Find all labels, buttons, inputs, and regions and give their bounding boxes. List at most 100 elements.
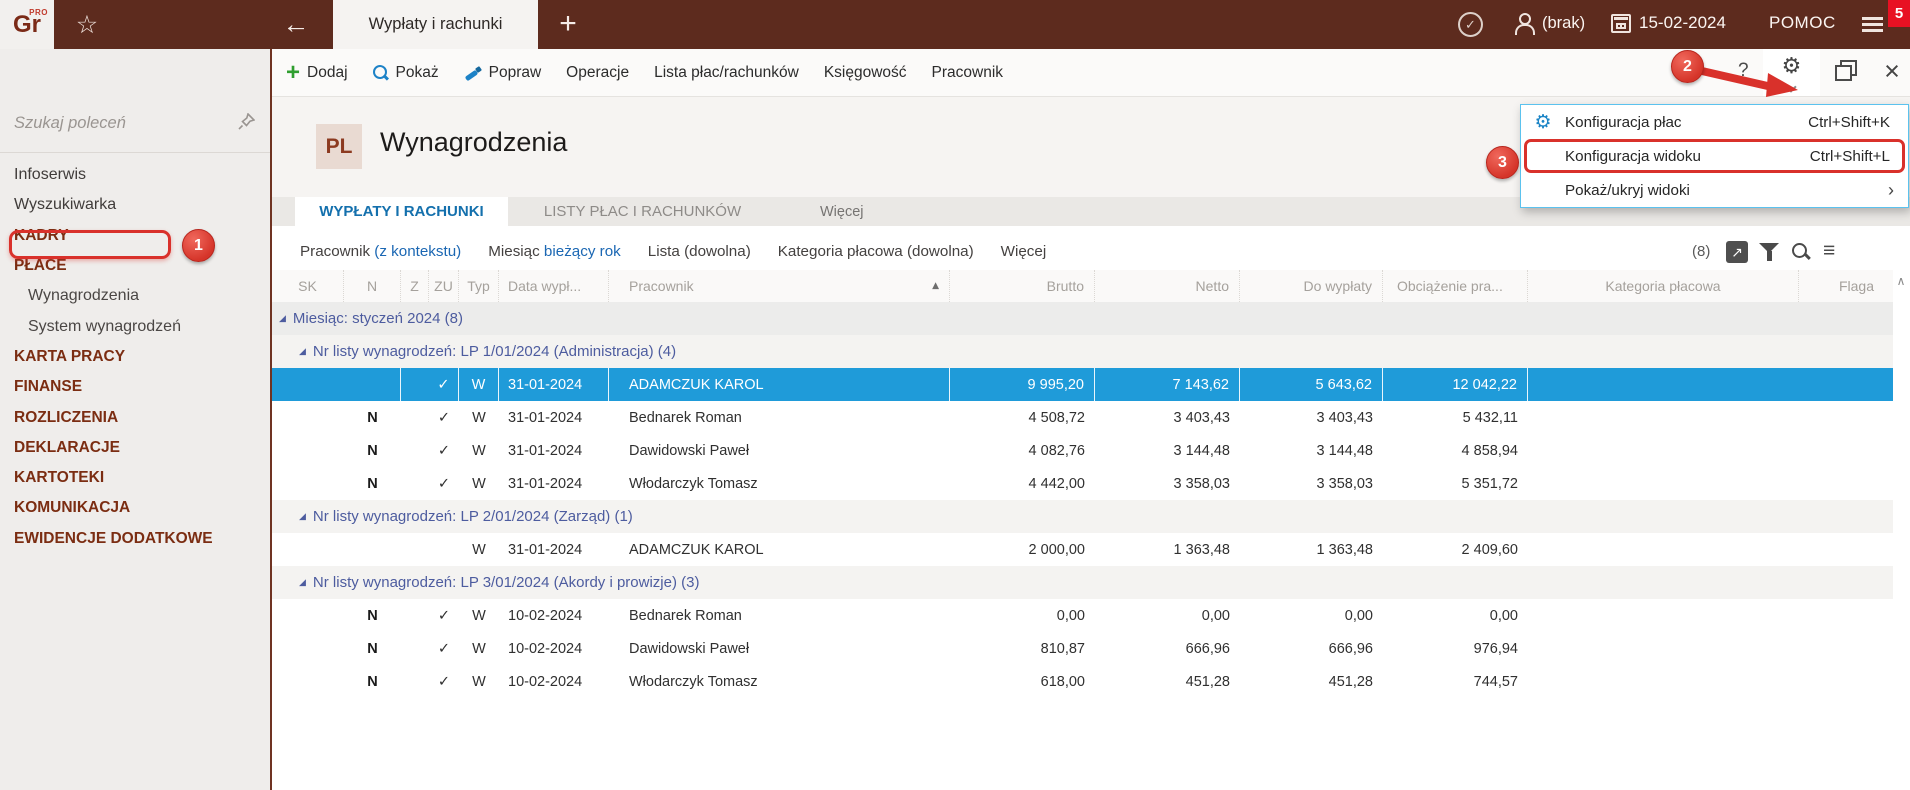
filter-pracownik[interactable]: Pracownik (z kontekstu) — [300, 243, 461, 260]
toolbar-button-pokaż[interactable]: Pokaż — [373, 64, 439, 82]
cell-zu: ✓ — [429, 434, 459, 467]
filter-bar: Pracownik (z kontekstu) Miesiąc bieżący r… — [300, 236, 1046, 266]
column-header-typ[interactable]: Typ — [459, 270, 499, 302]
table-row[interactable]: ✓W31-01-2024ADAMCZUK KAROL9 995,207 143,… — [272, 368, 1893, 401]
toolbar-button-księgowość[interactable]: Księgowość — [824, 64, 907, 82]
search-input[interactable] — [14, 109, 219, 137]
submenu-arrow-icon: › — [1888, 180, 1908, 201]
column-header-z[interactable]: Z — [401, 270, 429, 302]
toolbar-button-popraw[interactable]: Popraw — [464, 64, 542, 82]
column-header-data[interactable]: Data wypł... — [499, 270, 609, 302]
export-icon[interactable]: ↗ — [1726, 241, 1748, 263]
sidebar-section-karta-pracy[interactable]: KARTA PRACY — [0, 342, 270, 372]
sidebar-section-ewidencje-dodatkowe[interactable]: EWIDENCJE DODATKOWE — [0, 524, 270, 554]
new-tab-button[interactable]: + — [551, 5, 585, 43]
column-header-flaga[interactable]: Flaga — [1799, 270, 1892, 302]
sidebar-section-rozliczenia[interactable]: ROZLICZENIA — [0, 402, 270, 432]
table-row[interactable]: N✓W10-02-2024Bednarek Roman0,000,000,000… — [272, 599, 1893, 632]
sidebar-item-wynagrodzenia[interactable]: Wynagrodzenia — [0, 281, 270, 311]
cell-pracownik: Dawidowski Paweł — [609, 632, 950, 665]
tab-wyplaty-i-rachunki[interactable]: WYPŁATY I RACHUNKI — [295, 197, 508, 226]
column-header-label: Data wypł... — [508, 278, 581, 294]
column-header-n[interactable]: N — [344, 270, 401, 302]
column-header-sk[interactable]: SK — [272, 270, 344, 302]
list-options-icon[interactable]: ≡ — [1823, 239, 1835, 263]
restore-window-icon[interactable] — [1835, 60, 1855, 78]
window-tab-label: Wypłaty i rachunki — [369, 15, 503, 34]
toolbar-button-pracownik[interactable]: Pracownik — [932, 64, 1004, 82]
column-header-pracownik[interactable]: Pracownik▲ — [609, 270, 950, 302]
back-arrow-icon[interactable]: ← — [278, 6, 314, 42]
sidebar-item-system-wynagrodzeń[interactable]: System wynagrodzeń — [0, 311, 270, 341]
column-header-obciazenie[interactable]: Obciążenie pra... — [1383, 270, 1528, 302]
filter-funnel-icon[interactable] — [1759, 243, 1779, 262]
favorites-star-icon[interactable]: ☆ — [70, 8, 104, 42]
sidebar-section-deklaracje[interactable]: DEKLARACJE — [0, 433, 270, 463]
app-logo[interactable]: Gr PRO — [0, 0, 54, 49]
column-header-label: Netto — [1196, 278, 1229, 294]
toolbar-button-label: Pokaż — [396, 64, 439, 82]
column-header-netto[interactable]: Netto — [1095, 270, 1240, 302]
menu-item-konfiguracja-płac[interactable]: ⚙Konfiguracja płacCtrl+Shift+K — [1521, 105, 1908, 139]
sidebar-item-wyszukiwarka[interactable]: Wyszukiwarka — [0, 190, 270, 220]
group-row[interactable]: ◢Nr listy wynagrodzeń: LP 1/01/2024 (Adm… — [272, 335, 1893, 368]
window-tab[interactable]: Wypłaty i rachunki — [333, 0, 538, 49]
tab-more[interactable]: Więcej — [820, 197, 864, 226]
filter-kategoria-płacowa[interactable]: Kategoria płacowa (dowolna) — [778, 243, 974, 260]
help-menu[interactable]: POMOC — [1769, 13, 1836, 33]
filter-miesiąc[interactable]: Miesiąc bieżący rok — [488, 243, 621, 260]
sidebar-item-infoserwis[interactable]: Infoserwis — [0, 160, 270, 190]
tab-listy-plac-i-rachunkow[interactable]: LISTY PŁAC I RACHUNKÓW — [520, 197, 765, 226]
menu-item-pokaż-ukryj-widoki[interactable]: Pokaż/ukryj widoki› — [1521, 173, 1908, 207]
table-row[interactable]: N✓W10-02-2024Dawidowski Paweł810,87666,9… — [272, 632, 1893, 665]
cell-do_wyplaty: 666,96 — [1240, 632, 1383, 665]
search-icon[interactable] — [1791, 242, 1811, 262]
cell-z — [401, 533, 429, 566]
table-row[interactable]: N✓W31-01-2024Dawidowski Paweł4 082,763 1… — [272, 434, 1893, 467]
notification-badge[interactable]: 5 — [1888, 0, 1910, 27]
column-header-kategoria[interactable]: Kategoria płacowa — [1528, 270, 1799, 302]
toolbar-button-lista-płac-rachunków[interactable]: Lista płac/rachunków — [654, 64, 799, 82]
annotation-outline-konfiguracja-widoku — [1524, 139, 1905, 173]
sidebar-section-finanse[interactable]: FINANSE — [0, 372, 270, 402]
user-icon[interactable] — [1514, 13, 1536, 35]
group-row[interactable]: ◢Miesiąc: styczeń 2024 (8) — [272, 302, 1893, 335]
column-header-brutto[interactable]: Brutto — [950, 270, 1095, 302]
cell-zu: ✓ — [429, 632, 459, 665]
cell-data: 31-01-2024 — [499, 368, 609, 401]
user-label[interactable]: (brak) — [1542, 14, 1585, 33]
cell-pracownik: Dawidowski Paweł — [609, 434, 950, 467]
current-date[interactable]: 15-02-2024 — [1639, 13, 1726, 33]
cell-n: N — [344, 632, 401, 665]
cell-zu: ✓ — [429, 401, 459, 434]
sidebar-section-komunikacja[interactable]: KOMUNIKACJA — [0, 493, 270, 523]
calendar-icon[interactable] — [1611, 14, 1631, 33]
filter-value: (dowolna) — [680, 243, 751, 260]
cell-data: 10-02-2024 — [499, 632, 609, 665]
scrollbar-up-icon[interactable]: ∧ — [1894, 274, 1908, 292]
table-row[interactable]: N✓W10-02-2024Włodarczyk Tomasz618,00451,… — [272, 665, 1893, 698]
sidebar-section-kartoteki[interactable]: KARTOTEKI — [0, 463, 270, 493]
column-header-zu[interactable]: ZU — [429, 270, 459, 302]
toolbar-button-label: Popraw — [489, 64, 542, 82]
cell-pracownik: ADAMCZUK KAROL — [609, 533, 950, 566]
status-check-icon[interactable]: ✓ — [1458, 12, 1483, 37]
table-row[interactable]: N✓W31-01-2024Włodarczyk Tomasz4 442,003 … — [272, 467, 1893, 500]
filter-lista[interactable]: Lista (dowolna) — [648, 243, 751, 260]
toolbar-button-operacje[interactable]: Operacje — [566, 64, 629, 82]
toolbar-button-dodaj[interactable]: +Dodaj — [286, 64, 348, 82]
pin-icon[interactable] — [238, 113, 255, 135]
cell-do_wyplaty: 451,28 — [1240, 665, 1383, 698]
toolbar-button-label: Pracownik — [932, 64, 1004, 82]
filter-więcej[interactable]: Więcej — [1001, 243, 1047, 260]
group-row[interactable]: ◢Nr listy wynagrodzeń: LP 3/01/2024 (Ako… — [272, 566, 1893, 599]
cell-brutto: 0,00 — [950, 599, 1095, 632]
column-header-label: Typ — [467, 278, 490, 294]
close-icon[interactable]: × — [1878, 55, 1906, 87]
cell-kategoria — [1528, 665, 1799, 698]
hamburger-menu-icon[interactable] — [1862, 17, 1883, 32]
column-header-do_wyplaty[interactable]: Do wypłaty — [1240, 270, 1383, 302]
table-row[interactable]: N✓W31-01-2024Bednarek Roman4 508,723 403… — [272, 401, 1893, 434]
table-row[interactable]: W31-01-2024ADAMCZUK KAROL2 000,001 363,4… — [272, 533, 1893, 566]
group-row[interactable]: ◢Nr listy wynagrodzeń: LP 2/01/2024 (Zar… — [272, 500, 1893, 533]
